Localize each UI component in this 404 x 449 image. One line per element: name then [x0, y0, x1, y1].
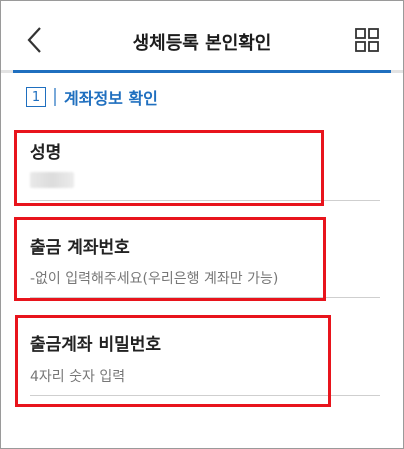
progress-indicator	[13, 70, 391, 73]
highlight-box-name	[14, 130, 324, 206]
step-number: 1	[26, 87, 46, 107]
grid-menu-icon[interactable]	[355, 28, 379, 52]
step-indicator: 1 계좌정보 확인	[26, 86, 158, 108]
top-bar: 생체등록 본인확인	[1, 1, 403, 71]
step-label: 계좌정보 확인	[64, 89, 158, 108]
page-title: 생체등록 본인확인	[132, 33, 272, 54]
highlight-box-account-password	[15, 315, 331, 407]
highlight-box-account-number	[14, 217, 326, 301]
step-divider	[54, 88, 56, 106]
